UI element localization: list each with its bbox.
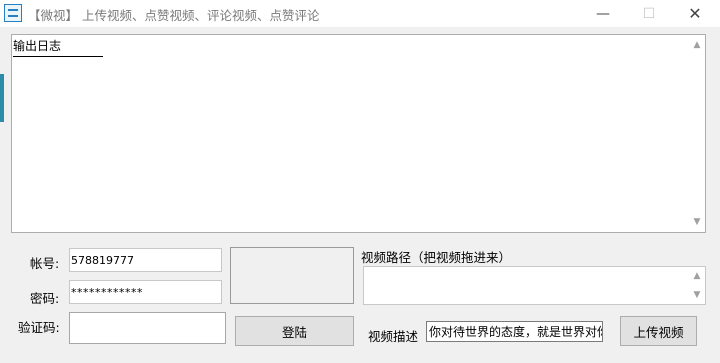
video-path-field[interactable]: ▲ ▼ (363, 266, 706, 305)
captcha-field[interactable] (69, 312, 226, 344)
app-logo-icon (4, 4, 22, 22)
captcha-label: 验证码: (18, 320, 60, 335)
video-desc-label: 视频描述 (368, 329, 419, 344)
account-label: 帐号: (30, 256, 60, 271)
background-window-edge (0, 74, 4, 122)
upload-video-button[interactable]: 上传视频 (620, 316, 697, 346)
scroll-up-icon[interactable]: ▲ (689, 37, 705, 53)
password-field[interactable]: ************ (69, 280, 222, 304)
minimize-button[interactable]: — (580, 0, 626, 27)
path-scroll-down-icon[interactable]: ▼ (689, 287, 705, 303)
close-button[interactable]: ✕ (672, 0, 718, 27)
window-title: 【微视】 上传视频、点赞视频、评论视频、点赞评论 (28, 8, 320, 23)
log-scrollbar[interactable]: ▲ ▼ (689, 35, 705, 232)
log-output-area[interactable]: 输出日志 ▲ ▼ (11, 34, 706, 233)
maximize-button: ☐ (642, 5, 656, 22)
login-button[interactable]: 登陆 (235, 316, 354, 346)
title-bar: 【微视】 上传视频、点赞视频、评论视频、点赞评论 — ☐ ✕ (0, 0, 720, 27)
captcha-image[interactable] (230, 247, 354, 304)
path-scroll-up-icon[interactable]: ▲ (689, 268, 705, 284)
account-field[interactable]: 578819777 (69, 248, 222, 272)
video-path-label: 视频路径（把视频拖进来） (361, 250, 512, 265)
scroll-down-icon[interactable]: ▼ (689, 214, 705, 230)
log-text: 输出日志 (13, 37, 103, 57)
password-label: 密码: (30, 291, 60, 306)
video-desc-field[interactable]: 你对待世界的态度，就是世界对你 (426, 321, 603, 342)
path-scrollbar[interactable]: ▲ ▼ (689, 267, 705, 304)
